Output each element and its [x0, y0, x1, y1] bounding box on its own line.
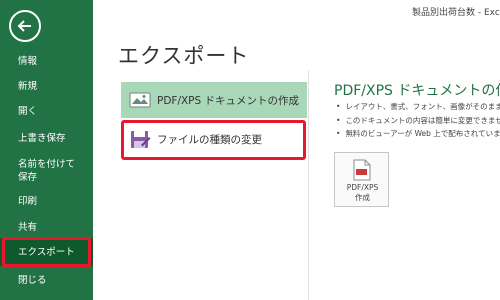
panel-divider [308, 70, 309, 300]
option-change-file-type[interactable]: ファイルの種類の変更 [121, 121, 307, 157]
detail-title: PDF/XPS ドキュメントの作成 [334, 83, 500, 99]
arrow-left-icon [17, 20, 31, 32]
sidebar-item-share[interactable]: 共有 [0, 221, 93, 234]
option-change-file-type-label: ファイルの種類の変更 [157, 134, 262, 146]
sidebar-item-new[interactable]: 新規 [0, 80, 93, 93]
back-button[interactable] [9, 10, 41, 42]
detail-bullet: 無料のビューアーが Web 上で配布されていま [336, 127, 500, 141]
create-pdf-xps-button-label: PDF/XPS 作成 [346, 183, 379, 202]
page-title: エクスポート [118, 44, 250, 68]
option-create-pdf-xps-label: PDF/XPS ドキュメントの作成 [157, 95, 300, 107]
window-title: 製品別出荷台数 - Excel [412, 8, 500, 18]
save-as-type-icon [131, 131, 151, 148]
detail-bullets: レイアウト、書式、フォント、画像がそのまま維持 このドキュメントの内容は簡単に変… [336, 100, 500, 141]
sidebar-item-save-as[interactable]: 名前を付けて 保存 [0, 158, 93, 184]
sidebar-item-info[interactable]: 情報 [0, 55, 93, 68]
detail-bullet: このドキュメントの内容は簡単に変更できませ [336, 114, 500, 128]
sidebar-item-close[interactable]: 閉じる [0, 274, 93, 287]
pdf-file-icon [353, 159, 371, 181]
detail-bullet: レイアウト、書式、フォント、画像がそのまま維持 [336, 100, 500, 114]
option-create-pdf-xps[interactable]: PDF/XPS ドキュメントの作成 [121, 82, 307, 118]
sidebar-item-save[interactable]: 上書き保存 [0, 132, 93, 145]
create-pdf-xps-button[interactable]: PDF/XPS 作成 [334, 152, 389, 207]
pdf-document-icon [129, 92, 151, 108]
sidebar-item-print[interactable]: 印刷 [0, 195, 93, 208]
sidebar-item-export[interactable]: エクスポート [0, 238, 93, 266]
backstage-sidebar: 情報 新規 開く 上書き保存 名前を付けて 保存 印刷 共有 エクスポート 閉じ… [0, 0, 93, 300]
sidebar-item-open[interactable]: 開く [0, 105, 93, 118]
